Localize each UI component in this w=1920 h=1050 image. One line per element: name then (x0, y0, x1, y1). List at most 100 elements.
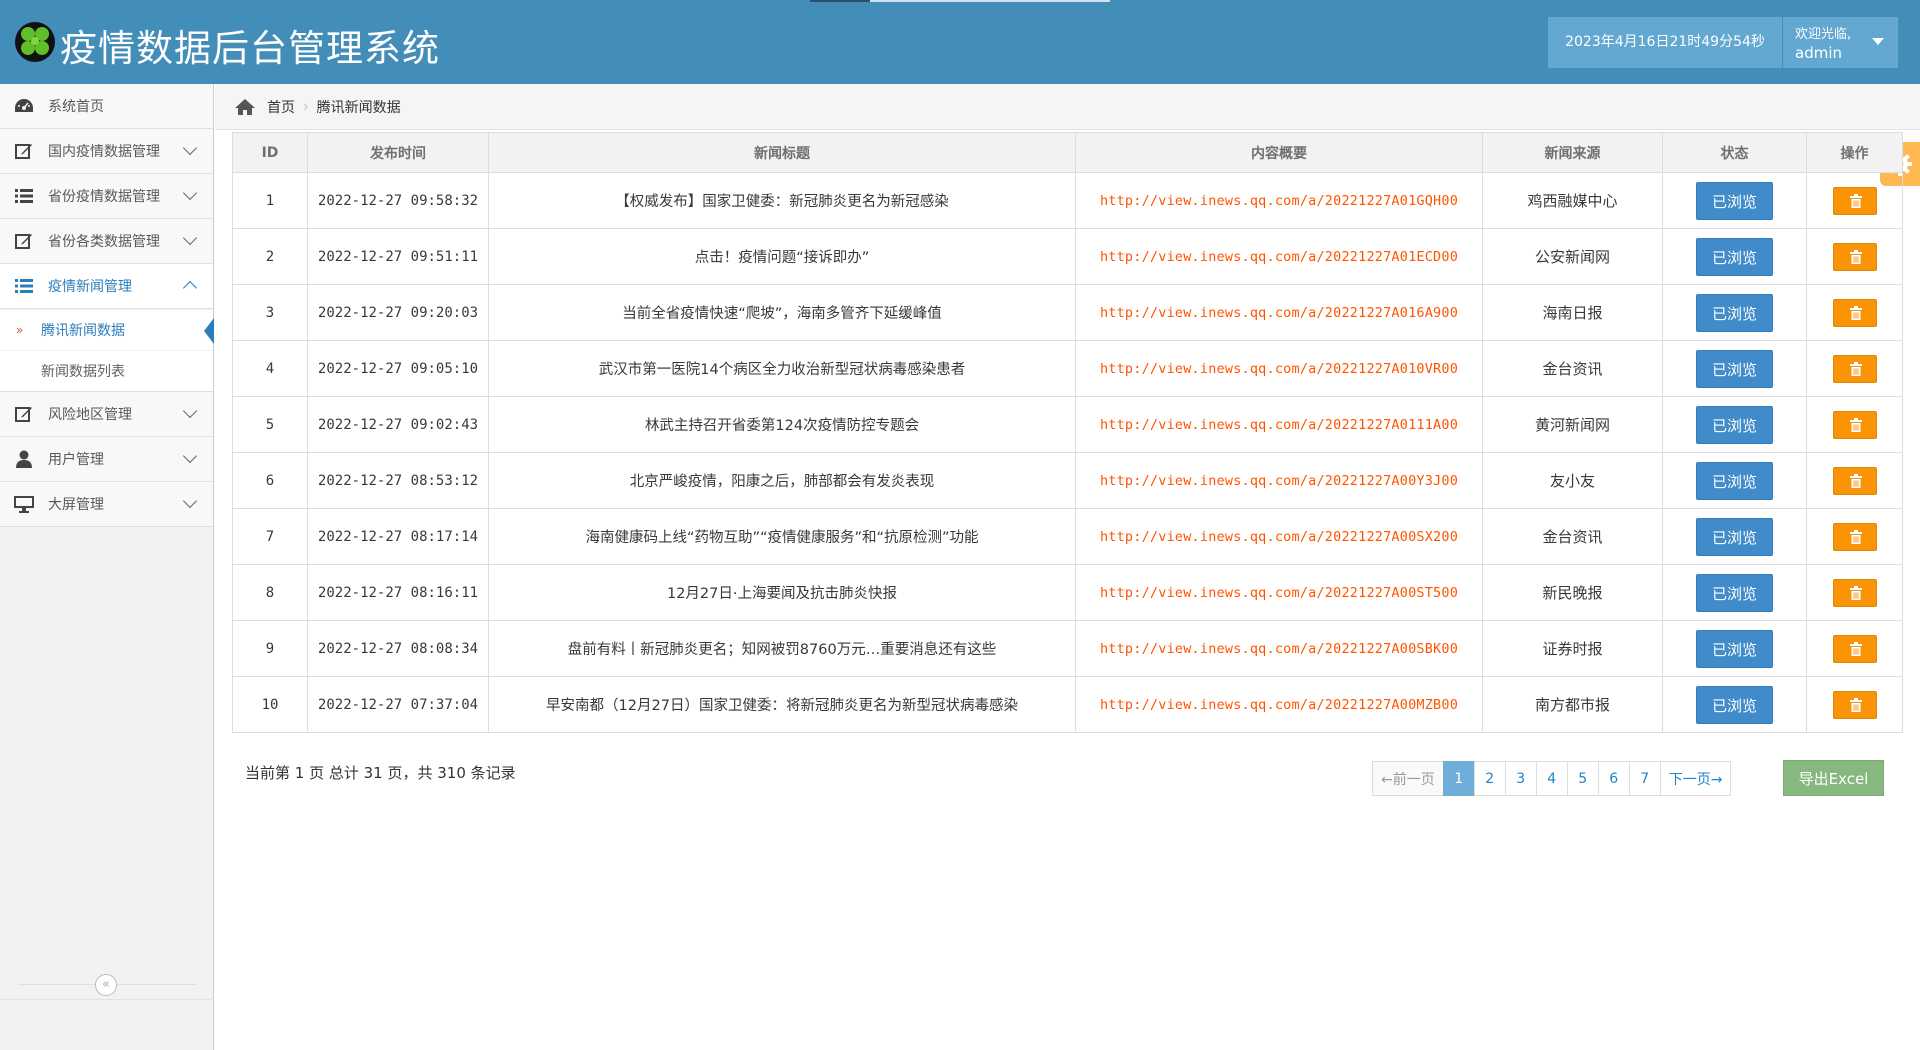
sidebar-item-label: 系统首页 (48, 99, 104, 115)
status-cell: 已浏览 (1662, 508, 1807, 565)
viewed-status-button[interactable]: 已浏览 (1696, 573, 1773, 612)
dashboard-icon (14, 96, 34, 116)
title-cell: 武汉市第一医院14个病区全力收治新型冠状病毒感染患者 (488, 340, 1076, 397)
page-button[interactable]: 2 (1473, 761, 1506, 796)
source-cell: 南方都市报 (1482, 676, 1663, 733)
status-cell: 已浏览 (1662, 676, 1807, 733)
list-icon (14, 276, 34, 296)
id-cell: 7 (232, 508, 308, 565)
delete-button[interactable] (1832, 466, 1877, 495)
actions-cell (1806, 452, 1903, 509)
time-cell: 2022-12-27 08:17:14 (307, 508, 489, 565)
viewed-status-button[interactable]: 已浏览 (1696, 685, 1773, 724)
page-button[interactable]: 6 (1597, 761, 1630, 796)
breadcrumb: 首页 › 腾讯新闻数据 (215, 84, 1920, 130)
sidebar-item-province-data[interactable]: 省份疫情数据管理 (0, 174, 213, 219)
time-cell: 2022-12-27 08:53:12 (307, 452, 489, 509)
delete-button[interactable] (1832, 354, 1877, 383)
table-row: 4 2022-12-27 09:05:10 武汉市第一医院14个病区全力收治新型冠状… (232, 340, 1903, 397)
viewed-status-button[interactable]: 已浏览 (1696, 349, 1773, 388)
column-header-time: 发布时间 (307, 132, 489, 173)
url-cell[interactable]: http://view.inews.qq.com/a/20221227A010V… (1075, 340, 1483, 397)
delete-button[interactable] (1832, 690, 1877, 719)
delete-button[interactable] (1832, 298, 1877, 327)
delete-button[interactable] (1832, 242, 1877, 271)
url-cell[interactable]: http://view.inews.qq.com/a/20221227A00SB… (1075, 620, 1483, 677)
actions-cell (1806, 396, 1903, 453)
sidebar-item-national-data[interactable]: 国内疫情数据管理 (0, 129, 213, 174)
page-button[interactable]: 7 (1628, 761, 1661, 796)
user-icon (14, 449, 34, 469)
double-angle-right-icon: » (16, 323, 24, 337)
list-icon (14, 186, 34, 206)
viewed-status-button[interactable]: 已浏览 (1696, 181, 1773, 220)
source-cell: 公安新闻网 (1482, 228, 1663, 285)
actions-cell (1806, 676, 1903, 733)
sidebar-item-province-category[interactable]: 省份各类数据管理 (0, 219, 213, 264)
url-cell[interactable]: http://view.inews.qq.com/a/20221227A00ST… (1075, 564, 1483, 621)
trash-icon (1849, 585, 1862, 600)
title-cell: 林武主持召开省委第124次疫情防控专题会 (488, 396, 1076, 453)
page-button[interactable]: 1 (1442, 761, 1475, 796)
time-cell: 2022-12-27 09:20:03 (307, 284, 489, 341)
submenu-item-news-list[interactable]: 新闻数据列表 (0, 350, 213, 391)
breadcrumb-home-link[interactable]: 首页 (267, 97, 295, 117)
desktop-icon (14, 494, 34, 514)
source-cell: 鸡西融媒中心 (1482, 172, 1663, 229)
page-button[interactable]: 3 (1504, 761, 1537, 796)
column-header-actions: 操作 (1806, 132, 1903, 173)
breadcrumb-current: 腾讯新闻数据 (316, 99, 401, 116)
viewed-status-button[interactable]: 已浏览 (1696, 405, 1773, 444)
sidebar-item-label: 省份疫情数据管理 (48, 189, 160, 205)
viewed-status-button[interactable]: 已浏览 (1696, 629, 1773, 668)
column-header-status: 状态 (1662, 132, 1807, 173)
delete-button[interactable] (1832, 634, 1877, 663)
source-cell: 友小友 (1482, 452, 1663, 509)
news-table-container: ID 发布时间 新闻标题 内容概要 新闻来源 状态 操作 1 2022-12-27… (232, 132, 1903, 733)
sidebar-item-label: 国内疫情数据管理 (48, 144, 160, 160)
time-cell: 2022-12-27 08:08:34 (307, 620, 489, 677)
trash-icon (1849, 305, 1862, 320)
trash-icon (1849, 417, 1862, 432)
time-cell: 2022-12-27 09:05:10 (307, 340, 489, 397)
delete-button[interactable] (1832, 186, 1877, 215)
status-cell: 已浏览 (1662, 284, 1807, 341)
title-cell: 盘前有料丨新冠肺炎更名；知网被罚8760万元…重要消息还有这些 (488, 620, 1076, 677)
viewed-status-button[interactable]: 已浏览 (1696, 293, 1773, 332)
trash-icon (1849, 529, 1862, 544)
url-cell[interactable]: http://view.inews.qq.com/a/20221227A01EC… (1075, 228, 1483, 285)
sidebar-item-news[interactable]: 疫情新闻管理 (0, 264, 213, 309)
delete-button[interactable] (1832, 410, 1877, 439)
sidebar-item-users[interactable]: 用户管理 (0, 437, 213, 482)
status-cell: 已浏览 (1662, 564, 1807, 621)
page-button[interactable]: 5 (1566, 761, 1599, 796)
status-cell: 已浏览 (1662, 228, 1807, 285)
trash-icon (1849, 641, 1862, 656)
chevron-down-icon (182, 493, 198, 509)
sidebar-item-risk-areas[interactable]: 风险地区管理 (0, 392, 213, 437)
url-cell[interactable]: http://view.inews.qq.com/a/20221227A00MZ… (1075, 676, 1483, 733)
viewed-status-button[interactable]: 已浏览 (1696, 237, 1773, 276)
collapse-sidebar-button[interactable]: « (95, 974, 117, 996)
viewed-status-button[interactable]: 已浏览 (1696, 461, 1773, 500)
url-cell[interactable]: http://view.inews.qq.com/a/20221227A00SX… (1075, 508, 1483, 565)
sidebar-item-big-screen[interactable]: 大屏管理 (0, 482, 213, 527)
url-cell[interactable]: http://view.inews.qq.com/a/20221227A01GQ… (1075, 172, 1483, 229)
next-page-button[interactable]: 下一页→ (1659, 761, 1732, 796)
prev-page-button[interactable]: ←前一页 (1372, 761, 1444, 796)
id-cell: 4 (232, 340, 308, 397)
url-cell[interactable]: http://view.inews.qq.com/a/20221227A0111… (1075, 396, 1483, 453)
viewed-status-button[interactable]: 已浏览 (1696, 517, 1773, 556)
url-cell[interactable]: http://view.inews.qq.com/a/20221227A016A… (1075, 284, 1483, 341)
export-excel-button[interactable]: 导出Excel (1783, 760, 1884, 796)
delete-button[interactable] (1832, 578, 1877, 607)
page-button[interactable]: 4 (1535, 761, 1568, 796)
user-menu[interactable]: 欢迎光临, admin (1783, 17, 1898, 68)
url-cell[interactable]: http://view.inews.qq.com/a/20221227A00Y3… (1075, 452, 1483, 509)
trash-icon (1849, 249, 1862, 264)
chevron-down-icon (182, 140, 198, 156)
submenu-item-tencent-news[interactable]: » 腾讯新闻数据 (0, 309, 214, 350)
table-row: 10 2022-12-27 07:37:04 早安南都（12月27日）国家卫健委：将… (232, 676, 1903, 733)
delete-button[interactable] (1832, 522, 1877, 551)
sidebar-item-home[interactable]: 系统首页 (0, 84, 213, 129)
